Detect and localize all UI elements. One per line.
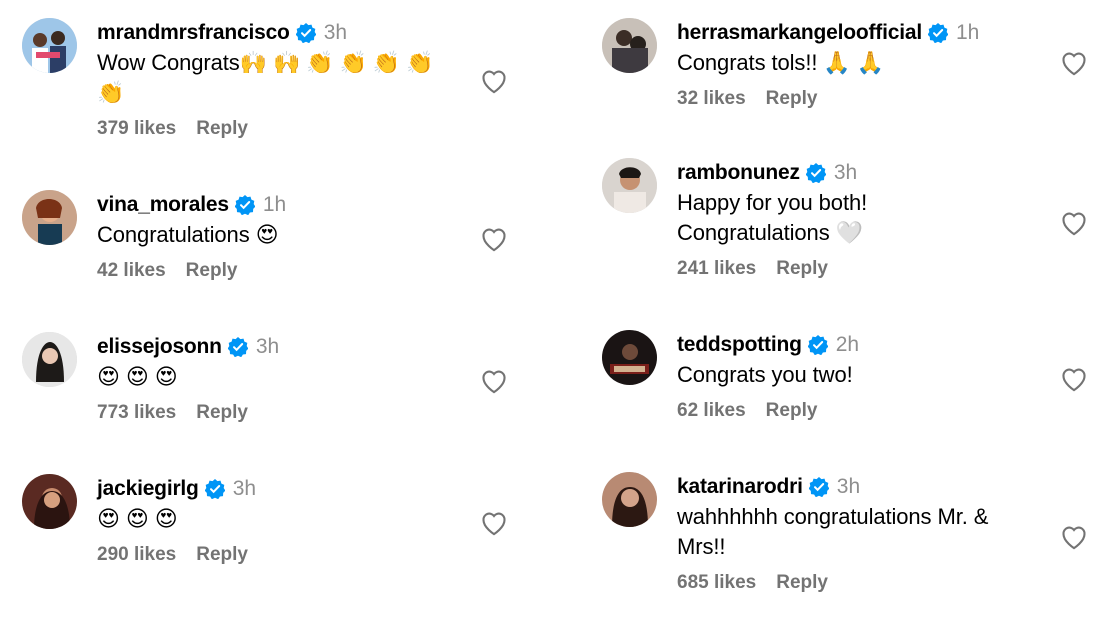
- reply-button[interactable]: Reply: [766, 400, 818, 422]
- comment-text: 😍 😍 😍: [97, 362, 477, 392]
- comment-body: mrandmrsfrancisco 3h Wow Congrats🙌 🙌 👏 👏…: [97, 18, 477, 140]
- avatar[interactable]: [22, 190, 77, 245]
- verified-badge-icon: [807, 335, 829, 356]
- avatar[interactable]: [602, 472, 657, 527]
- timestamp: 2h: [835, 333, 860, 356]
- username[interactable]: herrasmarkangeloofficial: [677, 21, 922, 45]
- heart-icon[interactable]: [480, 510, 508, 536]
- comment-text: Wow Congrats🙌 🙌 👏 👏 👏 👏 👏: [97, 50, 434, 105]
- username[interactable]: mrandmrsfrancisco: [97, 21, 290, 45]
- clapping-emoji: 👏: [97, 80, 125, 105]
- verified-badge-icon: [295, 23, 317, 44]
- heart-icon[interactable]: [480, 68, 508, 94]
- verified-badge-icon: [227, 337, 249, 358]
- avatar[interactable]: [602, 18, 657, 73]
- heart-icon[interactable]: [1060, 366, 1088, 392]
- timestamp: 3h: [255, 335, 280, 358]
- likes-count[interactable]: 32 likes: [677, 88, 746, 110]
- heart-icon[interactable]: [1060, 50, 1088, 76]
- username[interactable]: jackiegirlg: [97, 477, 199, 501]
- username[interactable]: katarinarodri: [677, 475, 803, 499]
- comment-text: Congrats you two!: [677, 362, 853, 387]
- reply-button[interactable]: Reply: [196, 544, 248, 566]
- heart-icon[interactable]: [1060, 524, 1088, 550]
- reply-button[interactable]: Reply: [196, 118, 248, 140]
- timestamp: 3h: [323, 21, 348, 44]
- white-heart-emoji: 🤍: [835, 220, 863, 245]
- verified-badge-icon: [204, 479, 226, 500]
- username[interactable]: rambonunez: [677, 161, 800, 185]
- timestamp: 3h: [232, 477, 257, 500]
- avatar[interactable]: [22, 18, 77, 73]
- verified-badge-icon: [927, 23, 949, 44]
- heart-icon[interactable]: [480, 226, 508, 252]
- heart-icon[interactable]: [480, 368, 508, 394]
- reply-button[interactable]: Reply: [766, 88, 818, 110]
- timestamp: 1h: [262, 193, 287, 216]
- likes-count[interactable]: 241 likes: [677, 258, 756, 280]
- likes-count[interactable]: 290 likes: [97, 544, 176, 566]
- comment-body: elissejosonn 3h 😍 😍 😍 773 likes Reply: [97, 332, 477, 424]
- comments-column-right: herrasmarkangeloofficial 1h Congrats tol…: [600, 0, 1120, 622]
- reply-button[interactable]: Reply: [186, 260, 238, 282]
- comment-body: katarinarodri 3h wahhhhhh congratulation…: [677, 472, 1057, 594]
- verified-badge-icon: [805, 163, 827, 184]
- heart-eyes-emoji: 😍: [255, 222, 279, 247]
- raising-hands-emoji: 🙌 🙌 👏 👏 👏 👏: [239, 50, 434, 75]
- likes-count[interactable]: 62 likes: [677, 400, 746, 422]
- comment-body: teddspotting 2h Congrats you two! 62 lik…: [677, 330, 1057, 422]
- praying-hands-emoji: 🙏 🙏: [823, 50, 884, 75]
- avatar[interactable]: [22, 474, 77, 529]
- timestamp: 1h: [955, 21, 980, 44]
- avatar[interactable]: [602, 330, 657, 385]
- reply-button[interactable]: Reply: [196, 402, 248, 424]
- likes-count[interactable]: 685 likes: [677, 572, 756, 594]
- heart-eyes-emoji: 😍 😍 😍: [97, 364, 178, 389]
- heart-eyes-emoji: 😍 😍 😍: [97, 506, 178, 531]
- comment-body: jackiegirlg 3h 😍 😍 😍 290 likes Reply: [97, 474, 477, 566]
- timestamp: 3h: [836, 475, 861, 498]
- comment-text: wahhhhhh congratulations Mr. & Mrs!!: [677, 504, 989, 559]
- comments-column-left: mrandmrsfrancisco 3h Wow Congrats🙌 🙌 👏 👏…: [20, 0, 560, 622]
- username[interactable]: teddspotting: [677, 333, 802, 357]
- comment-text: 😍 😍 😍: [97, 504, 477, 534]
- comment-body: rambonunez 3h Happy for you both! Congrat…: [677, 158, 1057, 280]
- likes-count[interactable]: 42 likes: [97, 260, 166, 282]
- timestamp: 3h: [833, 161, 858, 184]
- verified-badge-icon: [234, 195, 256, 216]
- comment-body: herrasmarkangeloofficial 1h Congrats tol…: [677, 18, 1057, 110]
- reply-button[interactable]: Reply: [776, 572, 828, 594]
- likes-count[interactable]: 379 likes: [97, 118, 176, 140]
- reply-button[interactable]: Reply: [776, 258, 828, 280]
- comment-text: Congrats tols!! 🙏 🙏: [677, 50, 884, 75]
- avatar[interactable]: [22, 332, 77, 387]
- verified-badge-icon: [808, 477, 830, 498]
- heart-icon[interactable]: [1060, 210, 1088, 236]
- comment-body: vina_morales 1h Congratulations 😍 42 lik…: [97, 190, 477, 282]
- comment-text: Happy for you both! Congratulations 🤍: [677, 190, 868, 245]
- username[interactable]: vina_morales: [97, 193, 229, 217]
- username[interactable]: elissejosonn: [97, 335, 222, 359]
- likes-count[interactable]: 773 likes: [97, 402, 176, 424]
- avatar[interactable]: [602, 158, 657, 213]
- comment-text: Congratulations 😍: [97, 222, 279, 247]
